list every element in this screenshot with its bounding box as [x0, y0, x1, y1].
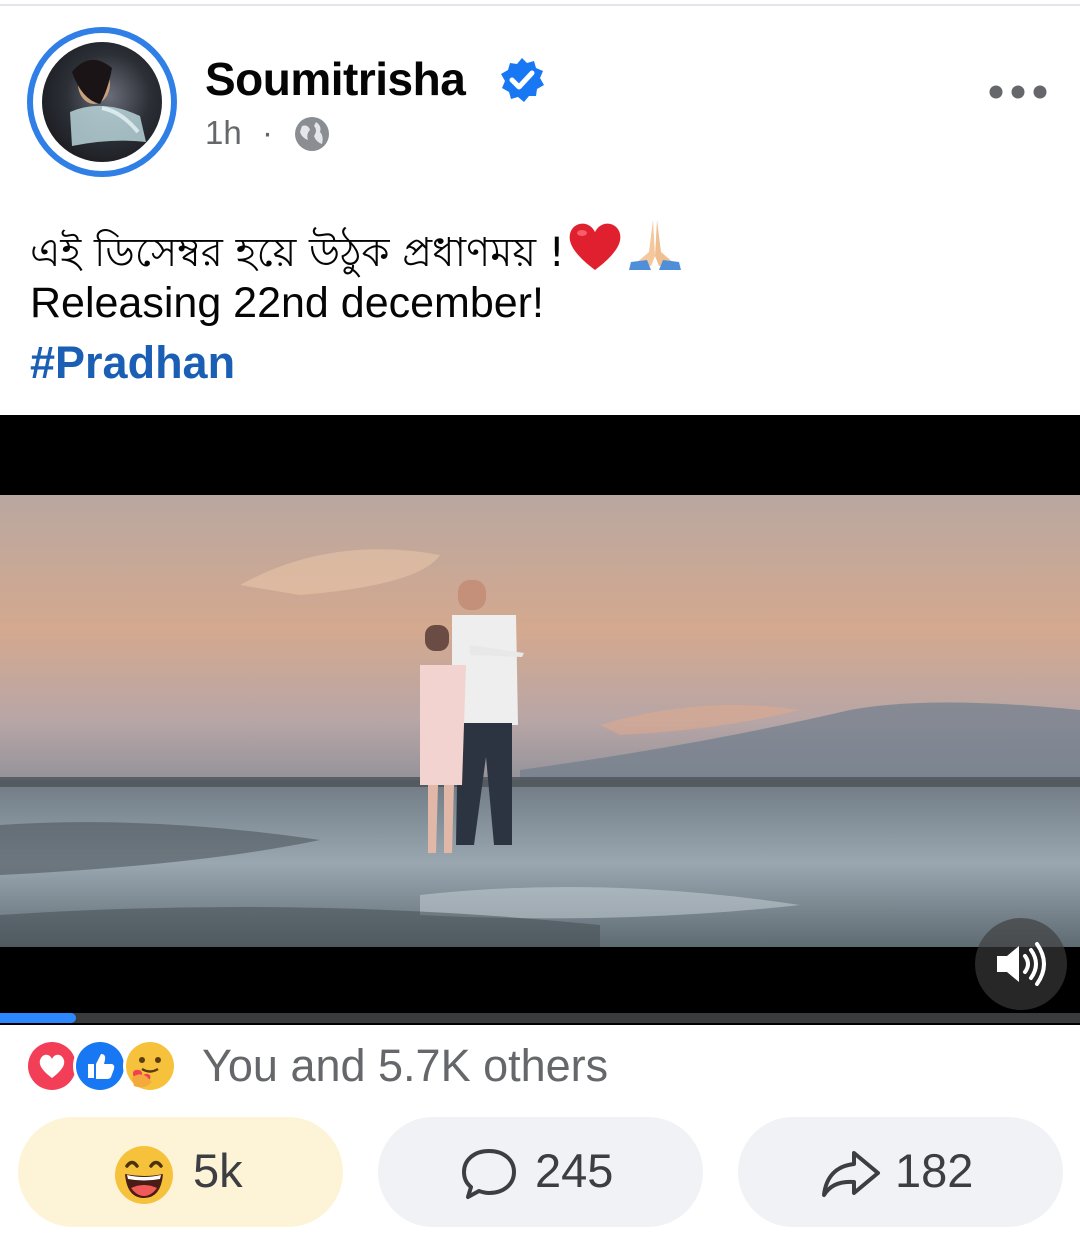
reaction-icons[interactable]: [22, 1036, 192, 1096]
video-frame: [0, 495, 1080, 947]
globe-icon: [295, 117, 329, 151]
comment-button[interactable]: 245: [378, 1117, 703, 1227]
avatar-photo: [42, 42, 162, 162]
like-reaction-icon: [73, 1039, 127, 1093]
caption-english: Releasing 22nd december!: [30, 279, 544, 327]
more-options-button[interactable]: [985, 78, 1051, 106]
post-timestamp[interactable]: 1h: [205, 113, 242, 153]
share-arrow-icon: [822, 1151, 880, 1197]
video-progress-fill: [0, 1013, 76, 1023]
hashtag-link[interactable]: #Pradhan: [30, 336, 235, 390]
folded-hands-emoji-icon: [628, 220, 681, 270]
verified-badge-icon: [501, 58, 544, 102]
react-button[interactable]: 5k: [18, 1117, 343, 1227]
video-player[interactable]: [0, 415, 1080, 1025]
love-reaction-icon: [25, 1039, 79, 1093]
reaction-summary-text[interactable]: You and 5.7K others: [202, 1040, 608, 1092]
comment-bubble-icon: [462, 1149, 516, 1199]
caption-bengali: এই ডিসেম্বর হয়ে উঠুক প্রধাণময় !: [30, 216, 685, 280]
caption-bengali-text: এই ডিসেম্বর হয়ে উঠুক প্রধাণময় !: [30, 230, 565, 276]
share-count: 182: [895, 1144, 974, 1197]
care-reaction-icon: [123, 1039, 177, 1093]
react-count: 5k: [193, 1144, 243, 1197]
speaker-volume-icon: [997, 942, 1046, 986]
author-avatar[interactable]: [27, 27, 177, 177]
meta-separator: ·: [262, 114, 273, 151]
top-divider: [0, 4, 1080, 6]
laughing-emoji-icon: [115, 1146, 173, 1204]
author-name[interactable]: Soumitrisha: [205, 52, 466, 106]
comment-count: 245: [535, 1144, 614, 1197]
video-progress-bar[interactable]: [0, 1013, 1080, 1023]
share-button[interactable]: 182: [738, 1117, 1063, 1227]
volume-button[interactable]: [975, 918, 1067, 1010]
red-heart-emoji-icon: [569, 223, 621, 270]
